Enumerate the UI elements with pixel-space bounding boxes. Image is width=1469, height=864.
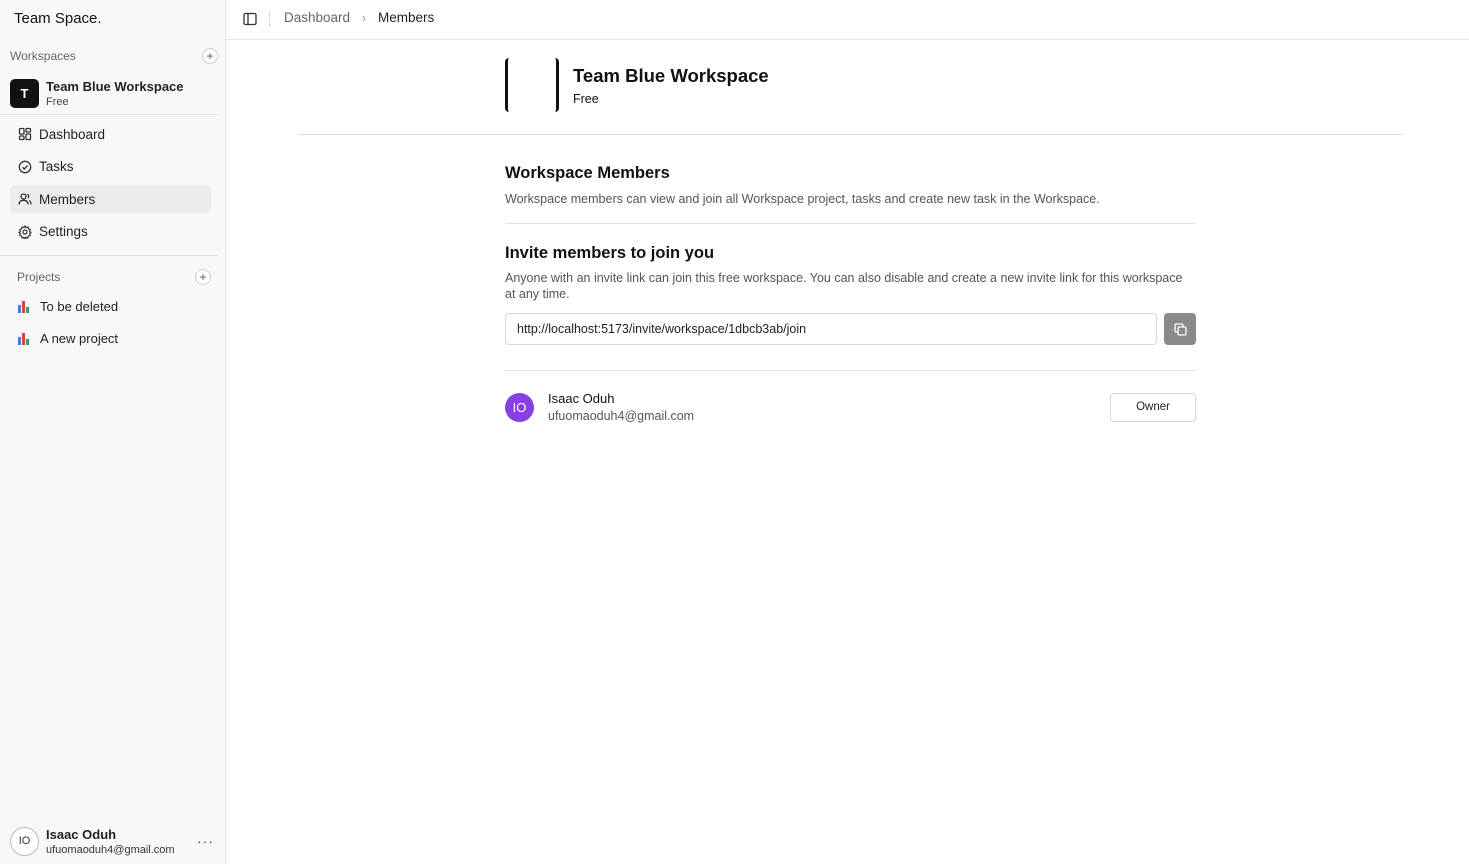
user-name: Isaac Oduh — [46, 826, 117, 842]
projects-heading: Projects — [17, 270, 61, 284]
sidebar-item-settings[interactable]: Settings — [10, 218, 211, 246]
project-item[interactable]: A new project — [10, 324, 211, 352]
avatar: IO — [10, 826, 39, 856]
members-section-description: Workspace members can view and join all … — [505, 192, 1100, 206]
dashboard-icon — [18, 127, 32, 141]
users-icon — [18, 192, 32, 206]
check-circle-icon — [18, 160, 32, 174]
brand-logo[interactable]: Team Space. — [14, 10, 102, 27]
add-workspace-button[interactable]: + — [202, 48, 218, 64]
projects-section-header: Projects + — [17, 267, 211, 287]
workspace-name: Team Blue Workspace — [46, 78, 184, 94]
sidebar-divider — [0, 255, 218, 256]
workspace-avatar: T — [10, 78, 39, 108]
member-row: IO Isaac Oduh ufuomaoduh4@gmail.com Owne… — [505, 390, 1196, 424]
workspace-switcher[interactable]: T Team Blue Workspace Free — [10, 78, 218, 108]
workspace-logo — [505, 58, 559, 112]
header-divider — [298, 134, 1403, 135]
workspace-plan: Free — [46, 95, 69, 108]
bar-chart-icon — [18, 299, 32, 313]
breadcrumb-current: Members — [378, 10, 435, 25]
sidebar-item-label: Dashboard — [39, 126, 106, 142]
invite-section-title: Invite members to join you — [505, 244, 715, 262]
user-email: ufuomaoduh4@gmail.com — [46, 843, 175, 856]
members-section-title: Workspace Members — [505, 164, 670, 182]
page-title: Team Blue Workspace — [573, 64, 769, 86]
members-section: Workspace Members Workspace members can … — [505, 164, 1196, 207]
bar-chart-icon — [18, 331, 32, 345]
more-options-icon[interactable]: ··· — [197, 833, 214, 849]
section-divider — [505, 223, 1196, 224]
member-email: ufuomaoduh4@gmail.com — [548, 409, 695, 423]
sidebar-item-dashboard[interactable]: Dashboard — [10, 120, 211, 148]
invite-section: Invite members to join you Anyone with a… — [505, 244, 1196, 302]
section-divider — [505, 370, 1196, 371]
workspace-header: Team Blue Workspace Free — [505, 58, 769, 112]
member-role-button[interactable]: Owner — [1110, 392, 1196, 422]
sidebar-toggle-icon[interactable] — [242, 11, 258, 27]
sidebar-item-label: Tasks — [39, 159, 74, 174]
sidebar-item-members[interactable]: Members — [10, 185, 211, 213]
project-label: A new project — [40, 330, 119, 346]
sidebar-divider — [0, 114, 218, 115]
workspaces-heading: Workspaces — [10, 49, 76, 63]
avatar: IO — [505, 392, 534, 422]
topbar: Dashboard › Members — [226, 0, 1469, 40]
invite-link-input[interactable] — [505, 313, 1157, 345]
invite-section-description: Anyone with an invite link can join this… — [505, 271, 1183, 301]
workspace-plan-label: Free — [573, 91, 599, 106]
project-item[interactable]: To be deleted — [10, 292, 211, 320]
sidebar: Team Space. Workspaces + T Team Blue Wor… — [0, 0, 226, 864]
project-list: To be deleted A new project — [10, 292, 211, 356]
copy-icon — [1173, 322, 1187, 336]
sidebar-item-label: Members — [39, 191, 96, 207]
workspaces-section-header: Workspaces + — [10, 46, 218, 66]
member-name: Isaac Oduh — [548, 391, 615, 406]
chevron-right-icon: › — [362, 10, 367, 25]
gear-icon — [18, 224, 32, 239]
sidebar-item-label: Settings — [39, 224, 88, 239]
project-label: To be deleted — [40, 298, 119, 314]
topbar-separator — [269, 11, 270, 27]
add-project-button[interactable]: + — [195, 269, 211, 285]
sidebar-nav: Dashboard Tasks Members Settings — [10, 120, 211, 250]
breadcrumb: Dashboard › Members — [284, 10, 434, 25]
copy-link-button[interactable] — [1164, 313, 1196, 345]
sidebar-item-tasks[interactable]: Tasks — [10, 153, 211, 181]
user-account-menu[interactable]: IO Isaac Oduh ufuomaoduh4@gmail.com ··· — [10, 825, 218, 857]
breadcrumb-dashboard-link[interactable]: Dashboard — [284, 10, 350, 25]
